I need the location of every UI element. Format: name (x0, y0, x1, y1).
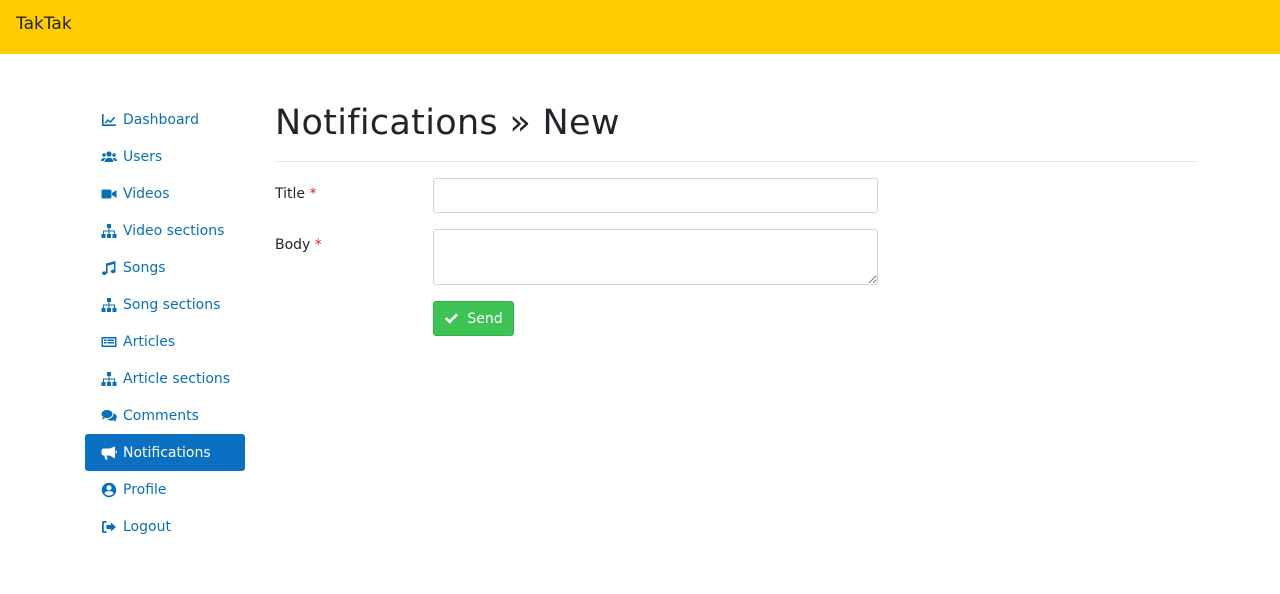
sidebar-nav: Dashboard Users Videos Video sections So… (85, 101, 245, 545)
sitemap-icon (101, 297, 117, 313)
sidebar-item-label: Article sections (123, 370, 231, 387)
sidebar-item-articles[interactable]: Articles (85, 323, 245, 360)
sidebar-item-label: Dashboard (123, 111, 199, 128)
title-divider (275, 161, 1195, 162)
title-input[interactable] (433, 178, 878, 213)
users-icon (101, 149, 117, 165)
body-label-text: Body (275, 237, 311, 253)
send-button[interactable]: Send (433, 301, 514, 336)
top-navbar: TakTak (0, 0, 1280, 54)
sidebar-item-songs[interactable]: Songs (85, 249, 245, 286)
sign-out-icon (101, 519, 117, 535)
sidebar-item-videos[interactable]: Videos (85, 175, 245, 212)
chart-line-icon (101, 112, 117, 128)
sidebar-item-comments[interactable]: Comments (85, 397, 245, 434)
music-icon (101, 260, 117, 276)
sitemap-icon (101, 223, 117, 239)
title-label: Title * (275, 186, 316, 202)
sidebar-item-label: Song sections (123, 296, 221, 313)
sidebar-item-label: Users (123, 148, 163, 165)
page-title: Notifications » New (275, 103, 620, 143)
sidebar-item-label: Songs (123, 259, 166, 276)
sidebar-item-label: Comments (123, 407, 199, 424)
sidebar-item-label: Notifications (123, 444, 211, 461)
send-button-label: Send (467, 310, 503, 327)
sidebar-item-label: Videos (123, 185, 170, 202)
video-icon (101, 186, 117, 202)
sidebar-item-dashboard[interactable]: Dashboard (85, 101, 245, 138)
main-content: Notifications » New Title * Body * Send (275, 96, 1195, 336)
sidebar-item-notifications[interactable]: Notifications (85, 434, 245, 471)
bullhorn-icon (101, 445, 117, 461)
user-circle-icon (101, 482, 117, 498)
check-icon (445, 313, 459, 324)
sidebar-item-label: Profile (123, 481, 167, 498)
sidebar-item-song-sections[interactable]: Song sections (85, 286, 245, 323)
sidebar-item-label: Articles (123, 333, 176, 350)
sidebar-item-logout[interactable]: Logout (85, 508, 245, 545)
body-label: Body * (275, 237, 322, 253)
sitemap-icon (101, 371, 117, 387)
newspaper-icon (101, 334, 117, 350)
sidebar-item-video-sections[interactable]: Video sections (85, 212, 245, 249)
sidebar-item-article-sections[interactable]: Article sections (85, 360, 245, 397)
brand-logo[interactable]: TakTak (16, 14, 72, 34)
comments-icon (101, 408, 117, 424)
title-label-text: Title (275, 186, 306, 202)
required-mark: * (309, 186, 317, 202)
sidebar-item-label: Video sections (123, 222, 225, 239)
required-mark: * (314, 237, 322, 253)
body-textarea[interactable] (433, 229, 878, 285)
sidebar-item-users[interactable]: Users (85, 138, 245, 175)
sidebar-item-profile[interactable]: Profile (85, 471, 245, 508)
sidebar-item-label: Logout (123, 518, 171, 535)
